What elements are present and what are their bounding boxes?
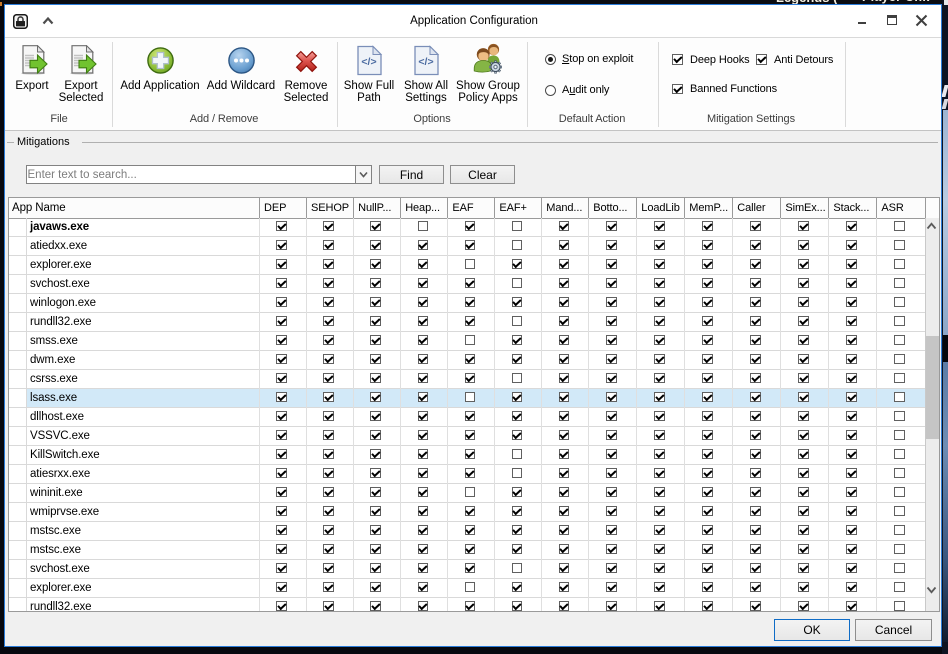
svg-text:</>: </>	[418, 56, 433, 68]
svg-text:</>: </>	[361, 56, 376, 68]
